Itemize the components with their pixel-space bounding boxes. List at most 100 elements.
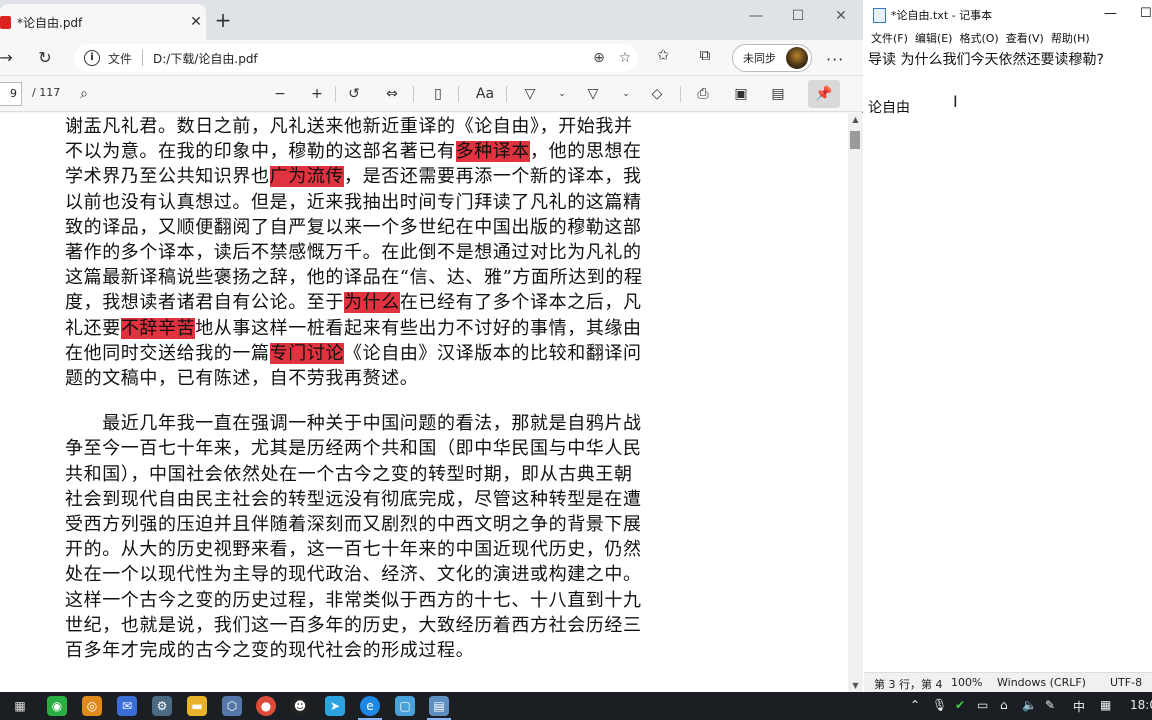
qq-icon[interactable]: ☻ [290, 696, 310, 716]
zoom-in-icon[interactable]: + [306, 83, 328, 105]
highlighted-text: 多种译本 [455, 141, 531, 163]
rotate-icon[interactable]: ↺ [343, 83, 365, 105]
pdf-text-line: 著作的多个译本，读后不禁感慨万千。在此倒不是想通过对比为凡礼的 [65, 241, 642, 265]
favorite-add-icon[interactable]: ☆ [612, 50, 638, 66]
notepad-text-area[interactable]: 导读 为什么我们今天依然还要读穆勒? 论自由 [868, 48, 1152, 120]
collections-icon[interactable]: ⧉ [694, 44, 716, 66]
pin-toolbar-button[interactable]: 📌 [808, 80, 840, 108]
pdf-viewport[interactable]: 谢盂凡礼君。数日之前，凡礼送来他新近重译的《论自由》，开始我并 不以为意。在我的印… [0, 113, 848, 692]
file-explorer-icon[interactable]: ▬ [187, 696, 207, 716]
telegram-icon[interactable]: ➤ [325, 696, 345, 716]
wechat-icon[interactable]: ◉ [47, 696, 67, 716]
notepad-task-icon[interactable]: ▤ [429, 696, 449, 716]
pdf-text-line: 处在一个以现代性为主导的现代政治、经济、文化的演进或构建之中。 [65, 564, 642, 586]
sync-label: 未同步 [743, 52, 776, 65]
scroll-down-icon[interactable]: ▼ [848, 681, 863, 690]
status-position: 第 3 行，第 4 [874, 678, 943, 691]
pdf-text-line: 这篇最新译稿说些褒扬之辞，他的译品在“信、达、雅”方面所达到的程 [65, 266, 643, 290]
text-run: 谢盂凡礼君。数日之前，凡礼送来他新近重译的《论自由》，开始我并 [65, 116, 633, 137]
url-text[interactable]: D:/下载/论自由.pdf [153, 50, 586, 67]
app-blue-icon[interactable]: ▢ [395, 696, 415, 716]
close-tab-icon[interactable]: ✕ [186, 14, 206, 30]
pdf-text-line: 题的文稿中，已有陈述，自不劳我再赘述。 [65, 367, 418, 391]
chrome-icon[interactable]: ● [256, 696, 276, 716]
text-line [868, 72, 1152, 96]
pdf-text-line: 以前也没有认真想过。但是，近来我抽出时间专门拜读了凡礼的这篇精 [65, 191, 642, 215]
menu-format[interactable]: 格式(O) [959, 30, 998, 48]
zoom-icon[interactable]: ⊕ [586, 50, 612, 66]
save-as-icon[interactable]: ▤ [767, 83, 789, 105]
page-view-icon[interactable]: ▯ [427, 83, 449, 105]
minimize-icon[interactable]: — [742, 6, 770, 26]
mic-icon[interactable]: 🎙 [932, 698, 947, 712]
menu-file[interactable]: 文件(F) [871, 30, 908, 48]
menu-view[interactable]: 查看(V) [1006, 30, 1044, 48]
pen-icon[interactable]: ✎ [1045, 698, 1055, 712]
volume-icon[interactable]: 🔈 [1022, 698, 1037, 712]
address-divider [142, 50, 144, 66]
scroll-up-icon[interactable]: ▲ [848, 115, 863, 124]
edge-icon[interactable]: e [360, 696, 380, 716]
pdf-text-line: 争至今一百七十年来，尤其是历经两个共和国（即中华民国与中华人民 [65, 438, 642, 460]
highlight-filter-icon[interactable]: ▽ [519, 83, 541, 105]
minimize-icon[interactable]: — [1104, 6, 1117, 21]
toolbar-divider [413, 86, 414, 102]
sync-button[interactable]: 未同步 [732, 44, 812, 72]
pdf-text-line: 致的译品，又顺便翻阅了自严复以来一个多世纪在中国出版的穆勒这部 [65, 216, 642, 240]
highlighted-text: 专门讨论 [269, 342, 345, 364]
app-icon[interactable]: ⬡ [222, 696, 242, 716]
menu-edit[interactable]: 编辑(E) [915, 30, 953, 48]
text-run: 地从事这样一桩看起来有些出力不讨好的事情，其缘由 [195, 317, 642, 339]
eraser-icon[interactable]: ◇ [646, 83, 668, 105]
close-window-icon[interactable]: ✕ [827, 6, 855, 26]
search-icon[interactable]: ⌕ [73, 83, 95, 105]
text-run: 学术界乃至公共知识界也 [65, 166, 270, 188]
new-tab-button[interactable]: + [212, 10, 234, 32]
tab-pdf[interactable]: *论自由.pdf ✕ [0, 4, 206, 40]
notepad-titlebar: *论自由.txt - 记事本 — ☐ [864, 0, 1152, 30]
save-icon[interactable]: ▣ [730, 83, 752, 105]
app-orange-icon[interactable]: ◎ [82, 696, 102, 716]
task-view-icon[interactable]: ▦ [10, 696, 30, 716]
tray-grid-icon[interactable]: ▦ [1100, 698, 1111, 712]
scrollbar-thumb[interactable] [850, 131, 860, 149]
tray-chevron-icon[interactable]: ⌃ [910, 698, 920, 712]
battery-icon[interactable]: ▭ [977, 698, 988, 712]
highlighted-text: 广为流传 [269, 166, 345, 188]
pdf-text-line: 共和国），中国社会依然处在一个古今之变的转型时期，即从古典王朝 [65, 463, 633, 485]
pdf-text-line: 这样一个古今之变的历史过程，非常类似于西方的十七、十八直到十九 [65, 589, 642, 611]
mail-icon[interactable]: ✉ [117, 696, 137, 716]
pdf-scrollbar[interactable]: ▲ ▼ [848, 113, 863, 692]
draw-icon[interactable]: ▽ [582, 83, 604, 105]
settings-icon[interactable]: ⚙ [152, 696, 172, 716]
text-run: 以前也没有认真想过。但是，近来我抽出时间专门拜读了凡礼的这篇精 [65, 191, 642, 213]
tray-app-icon[interactable]: ✔ [955, 698, 965, 712]
maximize-icon[interactable]: ☐ [784, 6, 812, 26]
taskbar: ▦ ◉ ◎ ✉ ⚙ ▬ ⬡ ● ☻ ➤ e ▢ ▤ ⌃ 🎙 ✔ ▭ ⌂ 🔈 ✎ … [0, 692, 1152, 720]
chevron-down-icon[interactable]: ⌄ [551, 83, 573, 105]
notepad-icon [873, 7, 886, 23]
notepad-title: *论自由.txt - 记事本 [891, 9, 993, 22]
refresh-icon[interactable]: ↻ [33, 46, 57, 70]
text-run: 著作的多个译本，读后不禁感慨万千。在此倒不是想通过对比为凡礼的 [65, 242, 642, 263]
favorites-icon[interactable]: ✩ [652, 44, 674, 66]
read-aloud-icon[interactable]: Aa [474, 83, 496, 105]
chevron-down-icon[interactable]: ⌄ [615, 83, 637, 105]
ime-indicator[interactable]: 中 [1073, 698, 1085, 715]
maximize-icon[interactable]: ☐ [1140, 6, 1152, 21]
info-icon[interactable]: i [84, 50, 100, 66]
print-icon[interactable]: ⎙ [692, 83, 714, 105]
pdf-text-line: 在他同时交送给我的一篇专门讨论《论自由》汉译版本的比较和翻译问 [65, 342, 642, 366]
network-icon[interactable]: ⌂ [1000, 698, 1008, 712]
avatar [786, 47, 808, 69]
fit-page-icon[interactable]: ⇔ [381, 83, 403, 105]
page-number-input[interactable]: 9 [0, 82, 22, 106]
text-run: 题的文稿中，已有陈述，自不劳我再赘述。 [65, 368, 419, 389]
menu-help[interactable]: 帮助(H) [1051, 30, 1090, 48]
address-bar[interactable]: i 文件 D:/下载/论自由.pdf ⊕ ☆ [74, 44, 638, 72]
back-icon[interactable]: → [0, 46, 18, 70]
status-zoom: 100% [951, 676, 983, 689]
zoom-out-icon[interactable]: − [269, 83, 291, 105]
more-icon[interactable]: ··· [826, 50, 844, 69]
clock[interactable]: 18:0 [1130, 698, 1152, 712]
